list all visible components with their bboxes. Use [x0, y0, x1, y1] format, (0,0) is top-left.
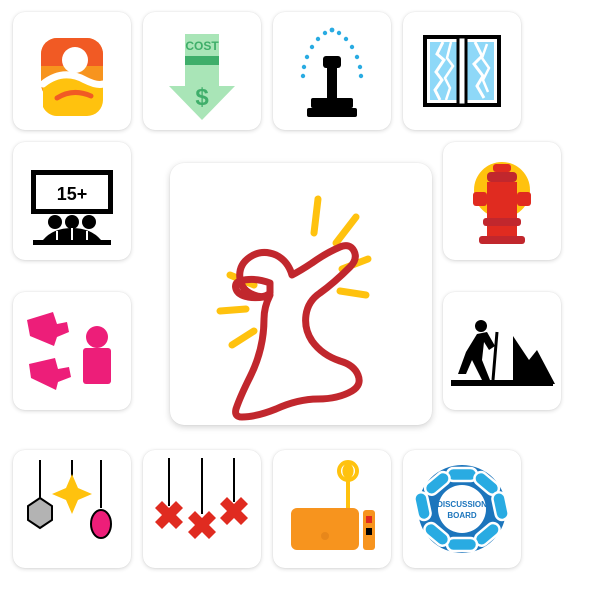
age-rating-cinema-icon: 15+ [31, 170, 113, 245]
water-fountain-icon [300, 27, 364, 117]
tile-broken-window[interactable] [403, 12, 521, 130]
tile-age-rating-cinema[interactable]: 15+ [13, 142, 131, 260]
tile-orange-rounded-square[interactable] [13, 12, 131, 130]
tile-hanging-ornaments[interactable] [13, 450, 131, 568]
tile-hiker-mountain[interactable] [443, 292, 561, 410]
broken-window-icon [423, 35, 501, 107]
discussion-board-icon: DISCUSSION BOARD [413, 465, 510, 553]
hiker-mountain-icon [451, 320, 555, 386]
dab-pose-icon [216, 195, 372, 421]
tile-pointing-hands-person[interactable] [13, 292, 131, 410]
tile-hanging-crosses[interactable] [143, 450, 261, 568]
tile-wireless-router[interactable] [273, 450, 391, 568]
cost-label: COST [185, 39, 219, 53]
age-rating-label: 15+ [57, 184, 88, 204]
hanging-crosses-icon [155, 458, 248, 539]
dollar-symbol: $ [195, 84, 209, 111]
tile-cost-down-arrow[interactable]: COST $ [143, 12, 261, 130]
discussion-board-label-line1: DISCUSSION [437, 500, 487, 509]
icon-sprite-sheet: COST $ 15+ DISCUSSION BOARD [0, 0, 600, 600]
tile-fire-hydrant[interactable] [443, 142, 561, 260]
pointing-hands-person-icon [27, 312, 111, 390]
tile-water-fountain[interactable] [273, 12, 391, 130]
discussion-board-label-line2: BOARD [447, 511, 477, 520]
tile-dab-pose[interactable] [170, 163, 432, 425]
fire-hydrant-icon [473, 162, 531, 244]
tile-discussion-board[interactable]: DISCUSSION BOARD [403, 450, 521, 568]
cost-down-arrow-icon: COST $ [169, 34, 235, 120]
wireless-router-icon [291, 460, 375, 550]
hanging-ornaments-icon [27, 460, 112, 539]
orange-rounded-square-icon [39, 38, 107, 116]
